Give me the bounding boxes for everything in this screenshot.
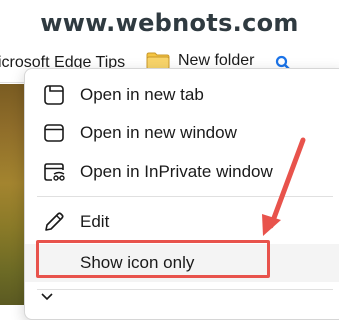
annotation-arrow — [262, 137, 306, 236]
